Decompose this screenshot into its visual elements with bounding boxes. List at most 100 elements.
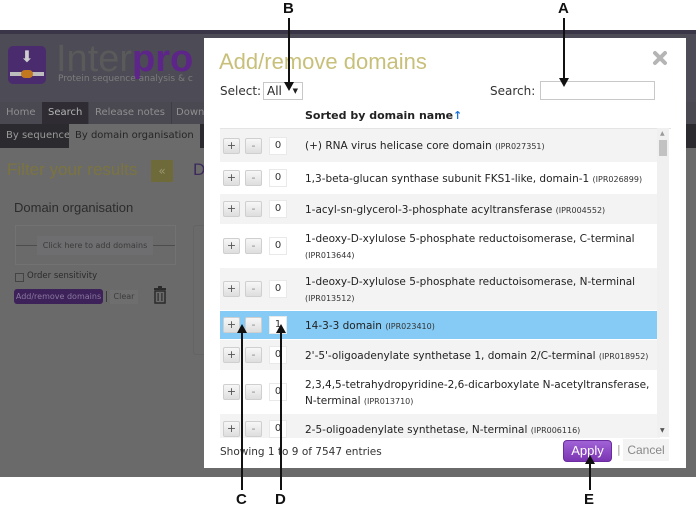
domain-name-text: 2'-5'-oligoadenylate synthetase 1, domai… <box>305 349 596 362</box>
domain-name-text: 2,3,4,5-tetrahydropyridine-2,6-dicarboxy… <box>305 378 650 407</box>
annotation-a-arrow <box>563 18 565 80</box>
domain-count: 0 <box>269 169 287 187</box>
domain-row[interactable]: + -0 2,3,4,5-tetrahydropyridine-2,6-dicarb… <box>220 371 660 414</box>
decrement-button[interactable]: - <box>245 421 262 437</box>
domain-count: 0 <box>269 237 287 255</box>
screenshot-stage: ⬇ Interpro Protein sequence analysis & c… <box>0 0 696 506</box>
domain-row[interactable]: + -0 (+) RNA virus helicase core domain (I… <box>220 129 660 163</box>
subnav-by-domain-organisation[interactable]: By domain organisation <box>69 124 200 150</box>
add-remove-domains-button[interactable]: Add/remove domains <box>14 289 103 304</box>
search-label: Search: <box>490 84 536 98</box>
increment-button[interactable]: + <box>223 421 240 437</box>
annotation-b-arrow <box>288 18 290 82</box>
domain-row[interactable]: + -1 14-3-3 domain (IPR023410) <box>220 311 660 340</box>
interpro-accession[interactable]: (IPR013512) <box>305 294 355 303</box>
search-input[interactable] <box>540 81 655 100</box>
scroll-thumb[interactable] <box>659 140 667 156</box>
interpro-accession[interactable]: (IPR013710) <box>364 397 414 406</box>
interpro-accession[interactable]: (IPR027351) <box>495 142 545 151</box>
filter-title: Filter your results <box>7 160 138 179</box>
domain-row[interactable]: + -0 2-5-oligoadenylate synthetase, N-term… <box>220 414 660 438</box>
domain-name-text: 2-5-oligoadenylate synthetase, N-termina… <box>305 423 528 436</box>
domain-name-text: 1-deoxy-D-xylulose 5-phosphate reductois… <box>305 232 635 245</box>
domain-name-text: 1-deoxy-D-xylulose 5-phosphate reductois… <box>305 275 636 288</box>
increment-button[interactable]: + <box>223 201 240 217</box>
annotation-c-label: C <box>236 491 247 506</box>
domain-row[interactable]: + -0 1-acyl-sn-glycerol-3-phosphate acyltr… <box>220 194 660 225</box>
domain-organisation-box[interactable]: Click here to add domains <box>15 225 176 265</box>
decrement-button[interactable]: - <box>245 317 262 333</box>
domain-organisation-title: Domain organisation <box>14 200 134 215</box>
domain-row[interactable]: + -0 2'-5'-oligoadenylate synthetase 1, do… <box>220 340 660 371</box>
annotation-c-arrow <box>241 332 243 490</box>
domain-row[interactable]: + -0 1-deoxy-D-xylulose 5-phosphate reduct… <box>220 225 660 268</box>
increment-button[interactable]: + <box>223 281 240 297</box>
interpro-accession[interactable]: (IPR023410) <box>385 322 435 331</box>
add-domains-placeholder[interactable]: Click here to add domains <box>37 236 153 255</box>
domain-name-text: (+) RNA virus helicase core domain <box>305 140 492 152</box>
domain-row[interactable]: + -0 1,3-beta-glucan synthase subunit FKS1… <box>220 163 660 194</box>
interpro-accession[interactable]: (IPR006116) <box>531 426 581 435</box>
domain-count: 0 <box>269 280 287 298</box>
domain-count: 0 <box>269 346 287 364</box>
domain-name-text: 1-acyl-sn-glycerol-3-phosphate acyltrans… <box>305 203 553 216</box>
decrement-button[interactable]: - <box>245 281 262 297</box>
domain-count: 0 <box>269 383 287 401</box>
decrement-button[interactable]: - <box>245 238 262 254</box>
close-icon[interactable] <box>652 50 668 66</box>
logo-pill <box>21 70 33 78</box>
collapse-panel-button[interactable]: « <box>151 160 173 182</box>
cancel-button[interactable]: Cancel <box>623 439 669 461</box>
increment-button[interactable]: + <box>223 384 240 400</box>
order-sensitivity-label: Order sensitivity <box>27 271 98 281</box>
interpro-accession[interactable]: (IPR004552) <box>556 206 606 215</box>
annotation-e-label: E <box>584 491 595 506</box>
scroll-down-icon[interactable]: ▼ <box>660 427 665 434</box>
decrement-button[interactable]: - <box>245 201 262 217</box>
download-arrow-icon: ⬇ <box>20 47 34 66</box>
annotation-a-label: A <box>558 0 569 17</box>
annotation-e-arrow <box>589 463 591 490</box>
decrement-button[interactable]: - <box>245 347 262 363</box>
nav-home[interactable]: Home <box>0 102 43 124</box>
select-label: Select: <box>220 84 262 98</box>
sort-column-header[interactable]: Sorted by domain name <box>305 109 453 122</box>
select-dropdown[interactable]: All ▼ <box>263 82 303 100</box>
domain-name-text: 1,3-beta-glucan synthase subunit FKS1-li… <box>305 172 590 185</box>
interpro-accession[interactable]: (IPR026899) <box>593 175 643 184</box>
sort-ascending-icon[interactable]: ↑ <box>453 109 462 122</box>
decrement-button[interactable]: - <box>245 170 262 186</box>
interpro-accession[interactable]: (IPR018952) <box>599 352 649 361</box>
domain-row[interactable]: + -0 1-deoxy-D-xylulose 5-phosphate reduct… <box>220 268 660 311</box>
subnav-by-sequence[interactable]: By sequence <box>0 124 76 148</box>
scroll-up-icon[interactable]: ▲ <box>660 130 665 137</box>
nav-release-notes[interactable]: Release notes <box>89 102 172 124</box>
increment-button[interactable]: + <box>223 170 240 186</box>
interpro-accession[interactable]: (IPR013644) <box>305 251 355 260</box>
domain-rows: + -0 (+) RNA virus helicase core domain (I… <box>220 129 660 438</box>
decrement-button[interactable]: - <box>245 137 262 154</box>
select-value: All <box>267 84 282 98</box>
domain-count: 0 <box>269 200 287 218</box>
button-separator <box>106 291 107 302</box>
annotation-b-label: B <box>283 0 294 17</box>
clear-button[interactable]: Clear <box>110 290 138 304</box>
nav-search[interactable]: Search <box>42 102 90 124</box>
domain-count: 0 <box>269 420 287 438</box>
domain-table: + -0 (+) RNA virus helicase core domain (I… <box>220 128 671 438</box>
increment-button[interactable]: + <box>223 347 240 363</box>
annotation-d-label: D <box>275 491 286 506</box>
increment-button[interactable]: + <box>223 137 240 154</box>
order-sensitivity-checkbox[interactable] <box>15 273 24 282</box>
table-scrollbar[interactable]: ▲ ▼ <box>657 128 669 437</box>
annotation-d-arrow <box>280 332 282 490</box>
button-separator: | <box>617 443 621 456</box>
entries-count-text: Showing 1 to 9 of 7547 entries <box>220 446 382 458</box>
decrement-button[interactable]: - <box>245 384 262 400</box>
app-topbar <box>0 30 696 34</box>
trash-icon[interactable] <box>153 286 167 304</box>
dialog-title: Add/remove domains <box>219 49 427 74</box>
interpro-logo-icon[interactable]: ⬇ <box>8 46 46 84</box>
logo-subtitle: Protein sequence analysis & c <box>58 74 193 84</box>
increment-button[interactable]: + <box>223 238 240 254</box>
